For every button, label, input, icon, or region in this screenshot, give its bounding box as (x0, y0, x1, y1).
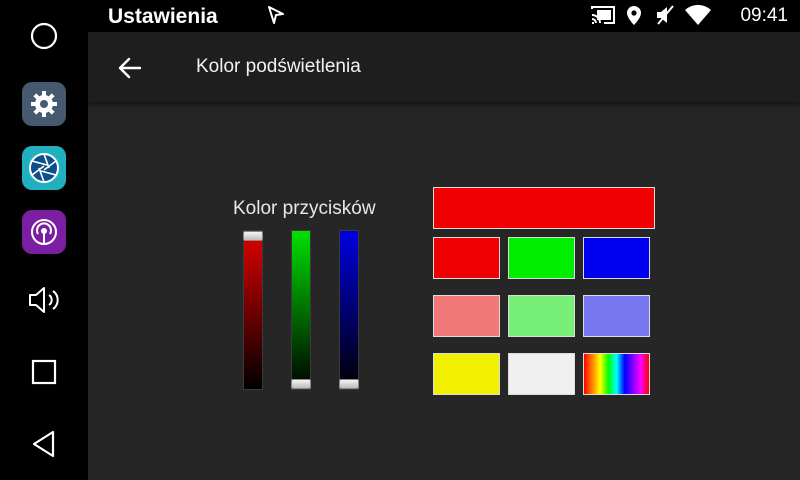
swatch-white[interactable] (508, 353, 575, 395)
back-nav-button[interactable] (22, 422, 66, 466)
button-color-label: Kolor przycisków (233, 198, 376, 219)
mute-icon (657, 5, 674, 25)
home-button[interactable] (22, 14, 66, 58)
swatch-green[interactable] (508, 237, 575, 279)
blue-slider-thumb[interactable] (339, 379, 359, 389)
swatch-blue[interactable] (583, 237, 650, 279)
color-settings-panel: Kolor przycisków (88, 102, 800, 480)
swatch-light-blue[interactable] (583, 295, 650, 337)
status-bar: Ustawienia 09:41 (88, 0, 800, 32)
back-button[interactable] (114, 52, 146, 84)
navigation-icon (268, 6, 284, 24)
triangle-back-icon (32, 430, 55, 458)
navigation-rail (0, 0, 88, 480)
swatch-rainbow[interactable] (583, 353, 650, 395)
swatch-yellow[interactable] (433, 353, 500, 395)
page-header: Kolor podświetlenia (88, 32, 800, 102)
gear-icon (31, 91, 57, 117)
status-time: 09:41 (740, 5, 788, 26)
status-app-title: Ustawienia (108, 5, 218, 28)
aperture-icon (29, 153, 59, 183)
cast-icon (591, 6, 615, 24)
camera-app-button[interactable] (22, 146, 66, 190)
home-icon (30, 22, 58, 50)
settings-app-button[interactable] (22, 82, 66, 126)
location-icon (627, 6, 641, 25)
wifi-icon (685, 4, 711, 25)
green-slider[interactable] (291, 230, 311, 390)
volume-icon (29, 287, 59, 313)
blue-slider[interactable] (339, 230, 359, 390)
podcast-app-button[interactable] (22, 210, 66, 254)
square-icon (31, 359, 57, 385)
color-preview (433, 187, 655, 229)
recents-button[interactable] (22, 350, 66, 394)
swatch-light-red[interactable] (433, 295, 500, 337)
red-slider-thumb[interactable] (243, 231, 263, 241)
podcast-icon (31, 219, 57, 245)
page-title: Kolor podświetlenia (196, 56, 361, 77)
red-slider[interactable] (243, 230, 263, 390)
swatch-light-green[interactable] (508, 295, 575, 337)
green-slider-thumb[interactable] (291, 379, 311, 389)
arrow-left-icon (118, 57, 142, 79)
volume-button[interactable] (22, 278, 66, 322)
swatch-red[interactable] (433, 237, 500, 279)
